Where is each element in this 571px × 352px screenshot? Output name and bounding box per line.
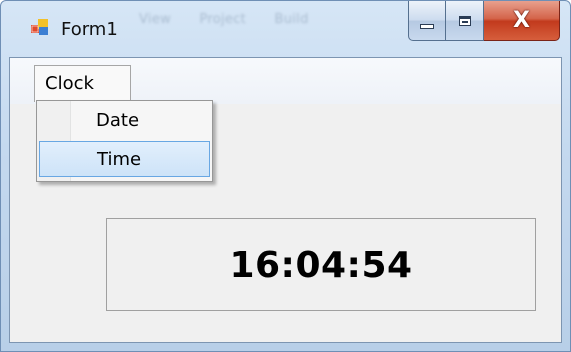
form1-window: View Project Build Form1 X Clock 16:04:5…: [0, 0, 571, 352]
dropdown-item-date-label: Date: [96, 110, 140, 131]
app-icon-blue-square: [39, 27, 48, 35]
background-window-text: View Project Build: [139, 12, 333, 27]
dropdown-item-date[interactable]: Date: [39, 103, 210, 139]
minimize-button[interactable]: [408, 1, 446, 41]
close-button[interactable]: X: [484, 1, 560, 41]
title-bar[interactable]: View Project Build Form1 X: [1, 1, 570, 57]
window-title: Form1: [61, 19, 118, 40]
background-menu-view: View: [139, 12, 172, 27]
minimize-icon: [420, 24, 434, 29]
time-display-text: 16:04:54: [229, 245, 413, 286]
caption-buttons: X: [408, 1, 560, 41]
dropdown-item-time-label: Time: [97, 149, 142, 170]
menu-item-clock[interactable]: Clock: [34, 65, 131, 102]
time-display-box: 16:04:54: [106, 218, 536, 311]
menu-bar: Clock: [10, 58, 561, 104]
background-menu-build: Build: [274, 12, 309, 27]
menu-item-clock-label: Clock: [45, 73, 94, 94]
clock-dropdown-menu: Date Time: [36, 100, 213, 182]
maximize-icon: [458, 15, 471, 26]
maximize-button[interactable]: [446, 1, 484, 41]
form-app-icon[interactable]: [31, 18, 49, 36]
background-menu-project: Project: [199, 12, 247, 27]
client-area: Clock 16:04:54 Date Time: [9, 57, 562, 343]
close-icon: X: [513, 7, 530, 33]
dropdown-item-time[interactable]: Time: [39, 141, 210, 177]
